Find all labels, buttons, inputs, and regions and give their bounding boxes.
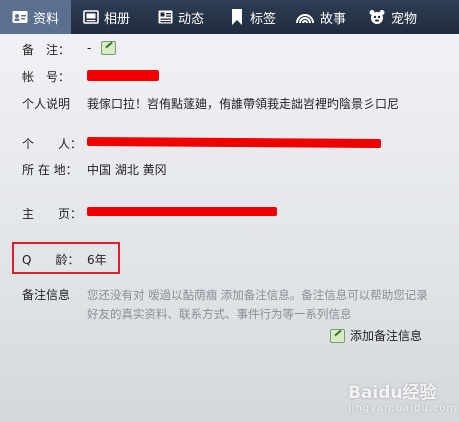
tab-tags[interactable]: 标签 [229, 0, 276, 34]
tab-profile[interactable]: 资料 [0, 0, 71, 34]
location-label: 所 在 地： [22, 163, 78, 177]
remark-value: - [87, 41, 92, 55]
tab-label: 相册 [104, 11, 131, 27]
tab-label: 故事 [320, 11, 347, 27]
profile-tab-bar: 资料 相册 动态 标签 故事 宠物 [0, 0, 459, 34]
photo-album-icon [83, 9, 99, 25]
tab-label: 宠物 [391, 11, 418, 27]
id-card-icon [12, 9, 28, 25]
tab-label: 资料 [33, 11, 60, 27]
account-label: 帐 号： [22, 70, 71, 84]
add-note-label: 添加备注信息 [350, 329, 423, 343]
location-value: 中国 湖北 黄冈 [87, 163, 167, 177]
tab-label: 标签 [250, 11, 277, 27]
q-age-value: 6年 [87, 253, 107, 267]
add-note-link[interactable]: 添加备注信息 [330, 327, 422, 344]
tab-feed[interactable]: 动态 [157, 0, 204, 34]
watermark-main: Baidu经验 [348, 383, 437, 403]
rainbow-icon [295, 9, 315, 25]
remark-label: 备 注： [22, 43, 71, 57]
tab-pet[interactable]: 宠物 [368, 0, 417, 34]
edit-remark-icon[interactable] [101, 41, 116, 55]
note-label: 备注信息 [22, 288, 71, 302]
bio-label: 个人说明 [22, 97, 71, 111]
bio-value: 莪傢口拉！岧侑點蓫廸，侑誰帶領莪走詘岧裡旳陰景彡口尼 [87, 97, 400, 111]
tab-album[interactable]: 相册 [83, 0, 130, 34]
q-age-label: Q 龄： [22, 253, 80, 267]
bookmark-icon [229, 9, 245, 25]
note-description: 您还没有对 嗳過以酟荫痼 添加备注信息。备注信息可以帮助您记录好友的真实资料、联… [87, 288, 428, 321]
personal-redaction [86, 136, 382, 149]
personal-label: 个 人： [22, 137, 83, 151]
feed-icon [157, 9, 173, 25]
edit-note-icon [330, 328, 345, 343]
tab-stories[interactable]: 故事 [295, 0, 346, 34]
account-redaction [87, 70, 159, 81]
watermark-sub: jingyan.baidu.com [348, 403, 458, 414]
tab-label: 动态 [178, 11, 205, 27]
homepage-label: 主 页： [22, 207, 83, 221]
homepage-redaction [87, 207, 277, 216]
pet-icon [368, 9, 386, 25]
baidu-watermark: Baidu经验 jingyan.baidu.com [348, 378, 457, 414]
